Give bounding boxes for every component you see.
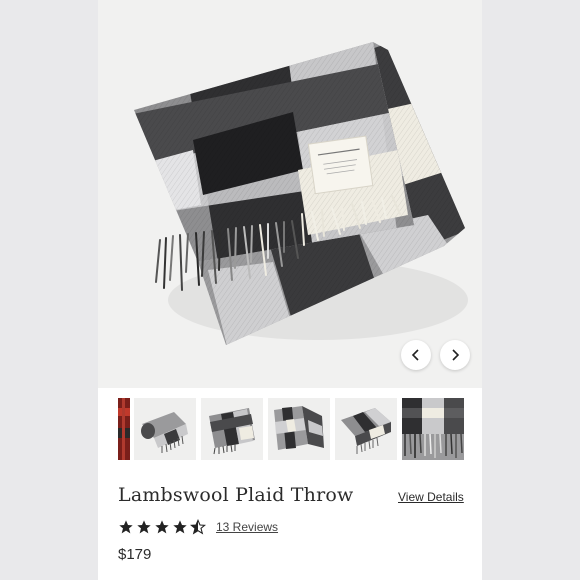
chevron-right-icon bbox=[452, 349, 460, 361]
thumbnail-red-plaid[interactable] bbox=[118, 398, 130, 460]
plaid-throw-image bbox=[134, 42, 468, 345]
thumbnail-stacked[interactable] bbox=[335, 398, 397, 460]
star-full-icon bbox=[173, 520, 187, 534]
product-title: Lambswool Plaid Throw bbox=[118, 484, 354, 506]
thumbnail-draped[interactable] bbox=[268, 398, 330, 460]
star-rating bbox=[118, 519, 206, 535]
star-half-icon bbox=[190, 519, 206, 535]
star-full-icon bbox=[155, 520, 169, 534]
previous-image-button[interactable] bbox=[401, 340, 431, 370]
folded-throw-thumbnail bbox=[201, 398, 263, 460]
thumbnail-rolled[interactable] bbox=[134, 398, 196, 460]
reviews-link[interactable]: 13 Reviews bbox=[216, 520, 278, 534]
product-image[interactable] bbox=[98, 0, 482, 388]
star-full-icon bbox=[119, 520, 133, 534]
product-card: Lambswool Plaid Throw View Details 13 Re… bbox=[98, 0, 482, 580]
star-full-icon bbox=[137, 520, 151, 534]
stacked-throw-thumbnail bbox=[335, 398, 397, 460]
thumbnail-strip[interactable] bbox=[98, 398, 482, 462]
draped-throw-thumbnail bbox=[268, 398, 330, 460]
product-price: $179 bbox=[118, 546, 152, 563]
product-rating[interactable]: 13 Reviews bbox=[118, 518, 278, 536]
rolled-throw-thumbnail bbox=[134, 398, 196, 460]
thumbnail-folded[interactable] bbox=[201, 398, 263, 460]
thumbnail-fringe[interactable] bbox=[402, 398, 464, 460]
view-details-link[interactable]: View Details bbox=[398, 490, 464, 504]
red-plaid-thumbnail bbox=[118, 398, 130, 460]
chevron-left-icon bbox=[411, 349, 419, 361]
next-image-button[interactable] bbox=[440, 340, 470, 370]
fringe-closeup-thumbnail bbox=[402, 398, 464, 460]
